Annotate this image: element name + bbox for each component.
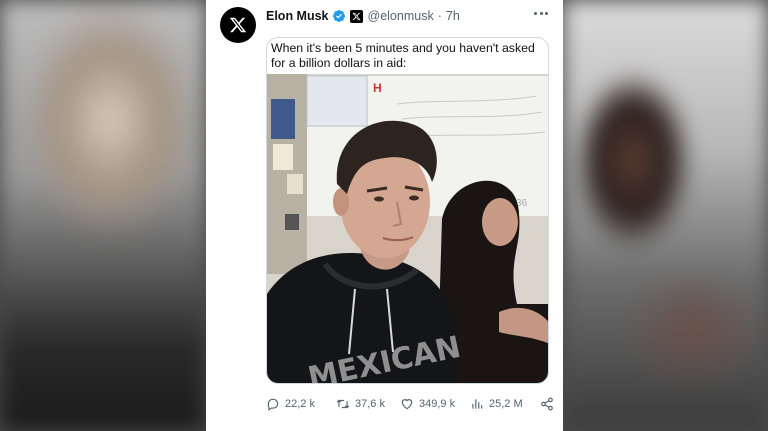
tweet-actions: 22,2 k 37,6 k 349,9 k 25,2 M [266,395,556,412]
x-affiliate-badge-icon[interactable] [349,9,363,23]
tweet-card: Elon Musk @elonmusk · 7h When it's been … [206,0,563,431]
timestamp[interactable]: 7h [446,9,460,23]
verified-badge-icon [332,9,346,23]
meme-photo: H 8-36 MEXICAN [267,74,548,383]
more-dot [545,12,548,15]
tweet-header: Elon Musk @elonmusk · 7h [266,8,460,24]
retweet-count: 37,6 k [355,397,385,410]
more-dot [539,12,543,15]
retweet-icon [336,399,350,408]
more-icon[interactable] [534,12,548,16]
heart-icon [401,398,413,409]
meme-photo-illustration: H 8-36 MEXICAN [267,74,548,383]
like-count: 349,9 k [419,397,456,410]
reply-button[interactable]: 22,2 k [266,397,336,411]
avatar[interactable] [220,7,256,43]
handle[interactable]: @elonmusk [368,9,434,23]
views-button[interactable]: 25,2 M [470,397,538,411]
tweet-media[interactable]: When it's been 5 minutes and you haven't… [266,37,549,384]
reply-count: 22,2 k [285,397,315,410]
share-icon [541,397,553,410]
share-button[interactable] [538,397,556,411]
blurred-background-left [0,0,206,431]
view-count: 25,2 M [489,397,523,410]
svg-text:H: H [373,81,382,95]
views-icon [472,398,483,409]
blurred-background-right [563,0,768,431]
like-button[interactable]: 349,9 k [400,397,470,411]
meme-caption: When it's been 5 minutes and you haven't… [271,41,535,70]
x-logo-icon [229,17,247,33]
reply-icon [267,398,279,411]
separator: · [437,9,442,23]
more-dot [534,12,537,15]
display-name[interactable]: Elon Musk [266,9,329,23]
retweet-button[interactable]: 37,6 k [336,397,400,411]
